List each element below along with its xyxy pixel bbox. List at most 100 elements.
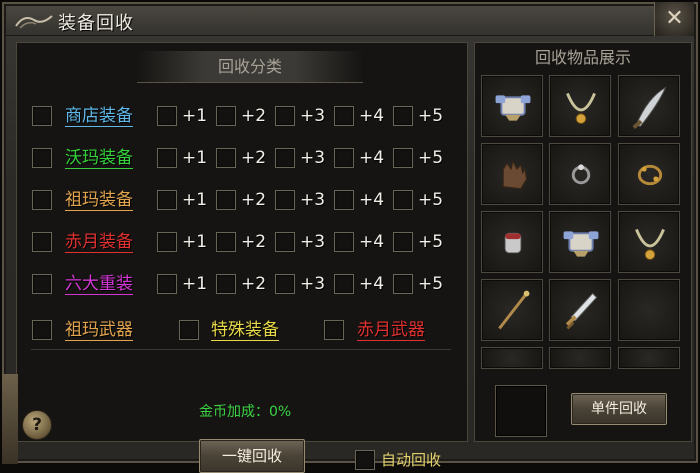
level-label: +2 <box>241 232 267 252</box>
auto-recycle-checkbox[interactable] <box>355 450 375 470</box>
level-label: +1 <box>182 232 208 252</box>
special-category-label[interactable]: 赤月武器 <box>357 319 425 341</box>
category-header: 回收分类 <box>137 51 363 83</box>
level-checkbox[interactable] <box>216 190 236 210</box>
level-label: +4 <box>359 274 385 294</box>
level-label: +5 <box>418 190 444 210</box>
level-checkbox[interactable] <box>393 190 413 210</box>
level-label: +2 <box>241 148 267 168</box>
level-checkbox[interactable] <box>216 106 236 126</box>
level-label: +1 <box>182 274 208 294</box>
level-checkbox[interactable] <box>334 106 354 126</box>
auto-recycle-label[interactable]: 自动回收 <box>381 449 441 471</box>
level-checkbox[interactable] <box>275 190 295 210</box>
single-recycle-button[interactable]: 单件回收 <box>571 393 667 425</box>
level-label: +5 <box>418 232 444 252</box>
level-checkbox[interactable] <box>393 274 413 294</box>
special-category-checkbox[interactable] <box>324 320 344 340</box>
gold-bonus-text: 金币加成：0% <box>199 404 292 420</box>
level-label: +2 <box>241 190 267 210</box>
item-slot[interactable] <box>549 75 611 137</box>
level-checkbox[interactable] <box>334 232 354 252</box>
special-category-checkbox[interactable] <box>179 320 199 340</box>
level-checkbox[interactable] <box>157 274 177 294</box>
item-slot[interactable] <box>618 75 680 137</box>
category-label[interactable]: 商店装备 <box>65 105 133 127</box>
level-label: +4 <box>359 106 385 126</box>
item-slot[interactable] <box>481 75 543 137</box>
level-label: +4 <box>359 232 385 252</box>
help-icon[interactable]: ? <box>22 410 52 440</box>
level-label: +5 <box>418 106 444 126</box>
level-label: +1 <box>182 190 208 210</box>
item-slot[interactable] <box>618 279 680 341</box>
level-checkbox[interactable] <box>216 274 236 294</box>
category-label[interactable]: 六大重装 <box>65 273 133 295</box>
level-checkbox[interactable] <box>393 106 413 126</box>
title-bar[interactable]: 装备回收 ✕ <box>6 2 694 36</box>
category-checkbox[interactable] <box>32 232 52 252</box>
special-category-label[interactable]: 祖玛武器 <box>65 319 133 341</box>
items-display-header: 回收物品展示 <box>534 48 631 67</box>
item-slot[interactable] <box>549 211 611 273</box>
category-label[interactable]: 沃玛装备 <box>65 147 133 169</box>
level-checkbox[interactable] <box>275 106 295 126</box>
level-label: +4 <box>359 190 385 210</box>
level-label: +2 <box>241 106 267 126</box>
level-checkbox[interactable] <box>157 106 177 126</box>
category-checkbox[interactable] <box>32 274 52 294</box>
level-label: +3 <box>300 274 326 294</box>
category-checkbox[interactable] <box>32 148 52 168</box>
one-key-recycle-button[interactable]: 一键回收 <box>199 439 305 473</box>
level-label: +5 <box>418 148 444 168</box>
divider <box>31 349 451 350</box>
window-title: 装备回收 <box>58 13 134 34</box>
level-label: +3 <box>300 232 326 252</box>
item-slot[interactable] <box>481 347 543 369</box>
level-checkbox[interactable] <box>334 274 354 294</box>
level-label: +5 <box>418 274 444 294</box>
equipment-recycle-window: 装备回收 ✕ 回收分类 商店装备 +1 +2 +3 +4 +5 沃玛装备 +1 +2 +3 +4 +5… <box>0 0 700 473</box>
item-slot[interactable] <box>618 143 680 205</box>
item-slot[interactable] <box>549 143 611 205</box>
level-checkbox[interactable] <box>216 232 236 252</box>
item-slot[interactable] <box>618 211 680 273</box>
frame-ornament <box>2 374 18 464</box>
level-checkbox[interactable] <box>275 274 295 294</box>
level-label: +3 <box>300 190 326 210</box>
category-checkbox[interactable] <box>32 106 52 126</box>
recycle-category-panel: 回收分类 商店装备 +1 +2 +3 +4 +5 沃玛装备 +1 +2 +3 +4 +5 祖玛装备 +1 +… <box>16 42 468 473</box>
dragon-ornament-icon <box>14 12 54 32</box>
category-label[interactable]: 赤月装备 <box>65 231 133 253</box>
item-slot[interactable] <box>549 347 611 369</box>
item-slot[interactable] <box>481 143 543 205</box>
close-icon: ✕ <box>665 6 684 31</box>
level-label: +4 <box>359 148 385 168</box>
item-slot[interactable] <box>481 211 543 273</box>
level-checkbox[interactable] <box>393 148 413 168</box>
level-checkbox[interactable] <box>157 190 177 210</box>
category-checkbox[interactable] <box>32 190 52 210</box>
single-item-slot[interactable] <box>495 385 547 437</box>
level-checkbox[interactable] <box>393 232 413 252</box>
level-checkbox[interactable] <box>216 148 236 168</box>
recycle-items-panel: 回收物品展示 单件回收 <box>474 42 692 442</box>
level-checkbox[interactable] <box>334 190 354 210</box>
item-slot[interactable] <box>481 279 543 341</box>
item-slot[interactable] <box>549 279 611 341</box>
level-label: +1 <box>182 106 208 126</box>
level-label: +3 <box>300 148 326 168</box>
level-checkbox[interactable] <box>157 148 177 168</box>
level-checkbox[interactable] <box>334 148 354 168</box>
special-category-label[interactable]: 特殊装备 <box>211 319 279 341</box>
level-checkbox[interactable] <box>275 148 295 168</box>
level-label: +2 <box>241 274 267 294</box>
category-label[interactable]: 祖玛装备 <box>65 189 133 211</box>
level-checkbox[interactable] <box>157 232 177 252</box>
special-category-checkbox[interactable] <box>32 320 52 340</box>
level-label: +1 <box>182 148 208 168</box>
level-label: +3 <box>300 106 326 126</box>
level-checkbox[interactable] <box>275 232 295 252</box>
item-slot[interactable] <box>618 347 680 369</box>
close-button[interactable]: ✕ <box>654 2 694 36</box>
